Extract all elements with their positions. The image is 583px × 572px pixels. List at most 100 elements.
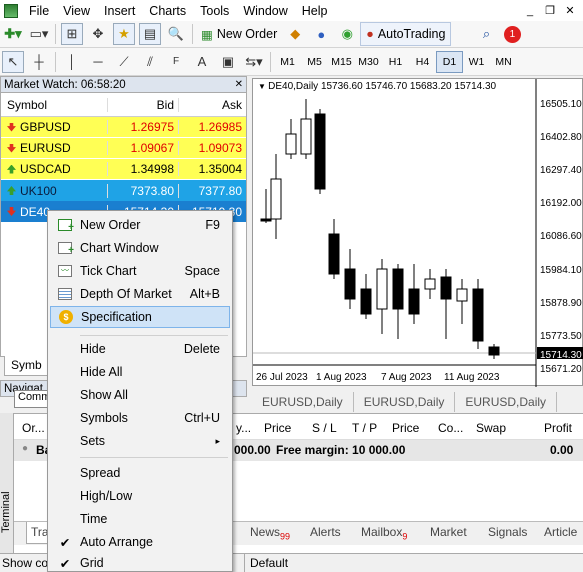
menu-tools[interactable]: Tools — [193, 4, 236, 18]
tab-signals[interactable]: Signals — [488, 525, 527, 539]
chart-tab[interactable]: EURUSD,Daily — [354, 392, 456, 412]
tab-mailbox[interactable]: Mailbox9 — [361, 525, 407, 541]
timeframe-w1[interactable]: W1 — [463, 51, 490, 73]
new-order-button[interactable]: ▦ New Order — [196, 22, 282, 46]
column-order[interactable]: Or... — [22, 421, 45, 435]
crosshair-icon[interactable]: ┼ — [28, 51, 50, 73]
timeframe-mn[interactable]: MN — [490, 51, 517, 73]
tab-symbols[interactable]: Symb — [4, 356, 50, 376]
menu-view[interactable]: View — [56, 4, 97, 18]
column-swap[interactable]: Swap — [476, 421, 506, 435]
symbol-row-usdcad[interactable]: USDCAD 1.34998 1.35004 — [1, 159, 246, 180]
community-icon[interactable]: ● — [310, 23, 332, 45]
menu-item-label: Chart Window — [80, 241, 159, 255]
fibonacci-icon[interactable]: F — [165, 51, 187, 73]
search-icon[interactable]: ⌕ — [475, 23, 497, 45]
timeframe-h1[interactable]: H1 — [382, 51, 409, 73]
tab-alerts[interactable]: Alerts — [310, 525, 341, 539]
tab-market[interactable]: Market — [430, 525, 467, 539]
symbol-name: DE40 — [20, 204, 51, 219]
menu-item-time[interactable]: Time — [50, 508, 230, 530]
free-margin: Free margin: 10 000.00 — [276, 443, 406, 457]
channel-icon[interactable]: ⫽ — [139, 51, 161, 73]
column-type[interactable]: y... — [236, 421, 251, 435]
minimize-icon[interactable]: _ — [521, 3, 539, 19]
menu-item-depth-of-market[interactable]: Depth Of Market Alt+B — [50, 283, 230, 305]
menu-item-auto-arrange[interactable]: ✔ Auto Arrange — [50, 531, 230, 553]
strategy-tester-icon[interactable]: 🔍 — [165, 23, 187, 45]
column-commission[interactable]: Co... — [438, 421, 463, 435]
tab-news[interactable]: News99 — [250, 525, 290, 541]
menu-insert[interactable]: Insert — [97, 4, 142, 18]
shapes-icon[interactable]: ⇆▾ — [243, 51, 265, 73]
column-bid[interactable]: Bid — [107, 97, 178, 112]
close-icon[interactable]: ✕ — [235, 79, 243, 90]
menu-help[interactable]: Help — [295, 4, 335, 18]
timeframe-m5[interactable]: M5 — [301, 51, 328, 73]
menu-charts[interactable]: Charts — [142, 4, 193, 18]
timeframe-m15[interactable]: M15 — [328, 51, 355, 73]
label-icon[interactable]: ▣ — [217, 51, 239, 73]
candle-body — [300, 118, 312, 155]
menu-item-specification[interactable]: $ Specification — [50, 306, 230, 328]
menu-item-spread[interactable]: Spread — [50, 462, 230, 484]
profiles-icon[interactable]: ▭▾ — [28, 23, 50, 45]
cursor-icon[interactable]: ↖ — [2, 50, 24, 73]
status-profile[interactable]: Default — [250, 556, 288, 570]
column-profit[interactable]: Profit — [544, 421, 572, 435]
menu-item-chart-window[interactable]: + Chart Window — [50, 237, 230, 259]
menu-item-show-all[interactable]: Show All — [50, 384, 230, 406]
candlestick-chart: 16505.10 16402.80 16297.40 16192.00 16086.60… — [253, 79, 583, 387]
menu-item-hide[interactable]: Hide Delete — [50, 338, 230, 360]
app-icon[interactable] — [4, 3, 18, 18]
symbol-name: GBPUSD — [20, 120, 71, 134]
menu-window[interactable]: Window — [236, 4, 294, 18]
column-tp[interactable]: T / P — [352, 421, 377, 435]
menu-item-hide-all[interactable]: Hide All — [50, 361, 230, 383]
chart-window[interactable]: 16505.10 16402.80 16297.40 16192.00 16086.60… — [252, 78, 583, 387]
column-sl[interactable]: S / L — [312, 421, 337, 435]
autotrading-button[interactable]: ● AutoTrading — [360, 22, 452, 46]
navigator-combo[interactable]: Comm — [14, 390, 50, 408]
price-label: 16086.60 — [540, 231, 582, 242]
timeframe-m30[interactable]: M30 — [355, 51, 382, 73]
chart-tab[interactable]: EURUSD,Daily — [455, 392, 558, 412]
timeframe-d1[interactable]: D1 — [436, 50, 463, 73]
trendline-icon[interactable]: ⟋ — [113, 51, 135, 73]
horizontal-line-icon[interactable]: ─ — [87, 51, 109, 73]
metaeditor-icon[interactable]: ◆ — [284, 23, 306, 45]
text-icon[interactable]: A — [191, 51, 213, 73]
symbol-row-eurusd[interactable]: EURUSD 1.09067 1.09073 — [1, 138, 246, 159]
menu-item-tick-chart[interactable]: 〰 Tick Chart Space — [50, 260, 230, 282]
menu-item-grid[interactable]: ✔ Grid — [50, 554, 230, 572]
menu-item-symbols[interactable]: Symbols Ctrl+U — [50, 407, 230, 429]
vertical-line-icon[interactable]: │ — [61, 51, 83, 73]
menu-item-sets[interactable]: Sets ▸ — [50, 430, 230, 452]
navigator-icon[interactable]: ★ — [113, 23, 135, 45]
data-window-icon[interactable]: ✥ — [87, 23, 109, 45]
tab-articles[interactable]: Article — [544, 525, 577, 539]
terminal-icon[interactable]: ▤ — [139, 23, 161, 45]
depth-of-market-icon — [58, 288, 72, 300]
menu-file[interactable]: File — [22, 4, 56, 18]
column-price-current[interactable]: Price — [392, 421, 419, 435]
timeframe-h4[interactable]: H4 — [409, 51, 436, 73]
menu-item-high-low[interactable]: High/Low — [50, 485, 230, 507]
notifications-icon[interactable]: 1 — [501, 23, 523, 45]
signals-icon[interactable]: ◉ — [336, 23, 358, 45]
chart-tab[interactable]: EURUSD,Daily — [252, 392, 354, 412]
column-price[interactable]: Price — [264, 421, 291, 435]
close-icon[interactable]: ✕ — [561, 3, 579, 19]
menu-item-new-order[interactable]: + New Order F9 — [50, 214, 230, 236]
restore-icon[interactable]: ❐ — [541, 3, 559, 19]
timeframe-m1[interactable]: M1 — [274, 51, 301, 73]
symbol-name: EURUSD — [20, 141, 71, 155]
column-symbol[interactable]: Symbol — [1, 98, 107, 112]
market-watch-icon[interactable]: ⊞ — [61, 23, 83, 45]
column-ask[interactable]: Ask — [178, 97, 246, 112]
symbol-row-gbpusd[interactable]: GBPUSD 1.26975 1.26985 — [1, 117, 246, 138]
symbol-row-uk100[interactable]: UK100 7373.80 7377.80 — [1, 180, 246, 201]
menu-item-label: Specification — [81, 310, 152, 324]
candles — [260, 99, 500, 359]
new-chart-icon[interactable]: ✚▾ — [2, 23, 24, 45]
